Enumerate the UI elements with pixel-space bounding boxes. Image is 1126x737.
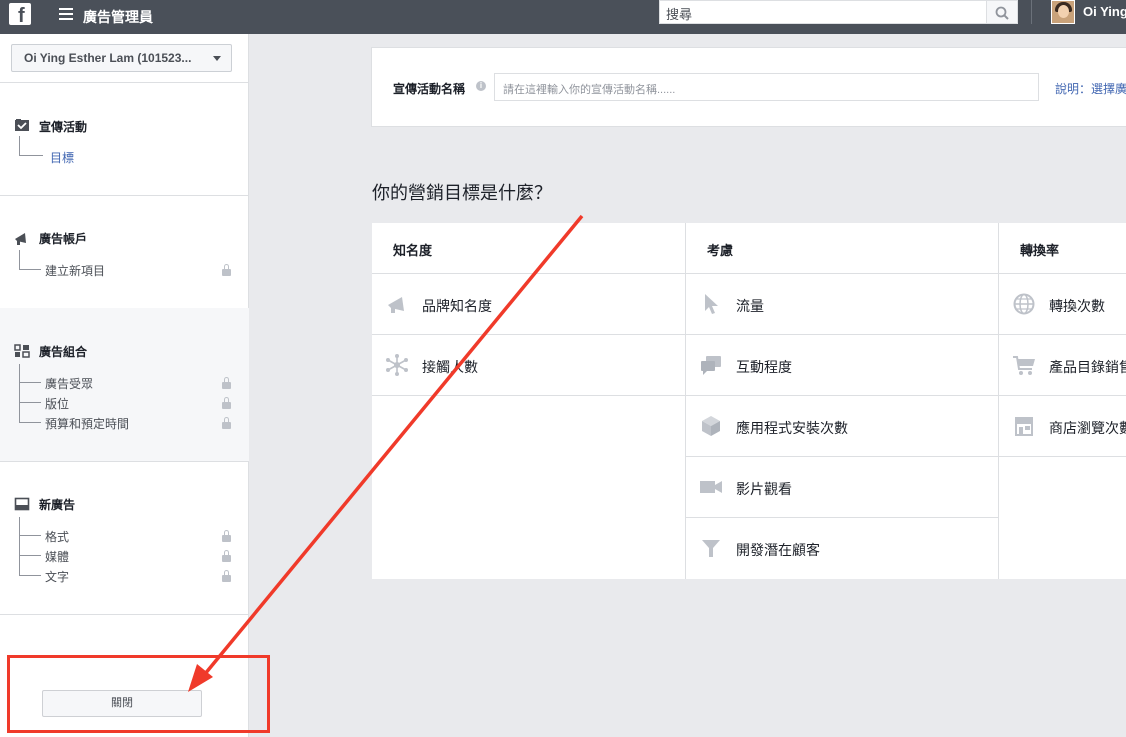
- sidebar: Oi Ying Esther Lam (101523... 宣傳活動 目標 廣告…: [0, 34, 249, 737]
- column-header-conversion: 轉換率: [1020, 243, 1060, 258]
- campaign-name-card: 宣傳活動名稱 i 請在這裡輸入你的宣傳活動名稱...... 說明：選擇廣: [371, 47, 1126, 127]
- objective-brand-awareness[interactable]: 品牌知名度: [372, 274, 685, 335]
- sidebar-item-text[interactable]: 文字: [45, 568, 69, 585]
- divider: [0, 461, 249, 462]
- objective-engagement[interactable]: 互動程度: [686, 335, 998, 396]
- column-consideration: 考慮 流量 互動程度 應用程式安裝次數 影片觀看 開發潛在顧客: [686, 223, 998, 579]
- tree-line: [19, 250, 20, 270]
- checkbox-icon: [15, 119, 29, 131]
- ad-icon: [14, 497, 30, 511]
- tree-line: [19, 269, 41, 270]
- network-icon: [386, 354, 408, 376]
- sidebar-item-create-new[interactable]: 建立新項目: [45, 262, 105, 279]
- objective-app-installs[interactable]: 應用程式安裝次數: [686, 396, 998, 457]
- account-selector[interactable]: Oi Ying Esther Lam (101523...: [11, 44, 232, 72]
- column-header-consideration: 考慮: [707, 243, 734, 258]
- tree-line: [19, 155, 43, 156]
- tree-line: [19, 382, 41, 383]
- annotation-highlight-box: [7, 655, 270, 733]
- objective-conversions[interactable]: 轉換次數: [999, 274, 1126, 335]
- section-title-ad-account[interactable]: 廣告帳戶: [39, 230, 87, 247]
- search-icon: [995, 6, 1009, 20]
- objective-question: 你的營銷目標是什麼？: [372, 183, 552, 203]
- tree-line: [19, 422, 41, 423]
- objective-traffic[interactable]: 流量: [686, 274, 998, 335]
- column-awareness: 知名度 品牌知名度 接觸人數: [372, 223, 685, 579]
- lock-icon: [222, 530, 231, 542]
- hamburger-menu-icon[interactable]: [59, 8, 73, 20]
- objective-video-views[interactable]: 影片觀看: [686, 457, 998, 518]
- sidebar-item-format[interactable]: 格式: [45, 528, 69, 545]
- video-camera-icon: [700, 481, 722, 493]
- divider: [0, 614, 249, 615]
- chat-icon: [701, 356, 721, 375]
- lock-icon: [222, 550, 231, 562]
- divider: [0, 195, 249, 196]
- megaphone-icon: [388, 297, 404, 313]
- column-conversion: 轉換率 轉換次數 產品目錄銷售 商店瀏覽次數: [999, 223, 1126, 579]
- search-input[interactable]: 搜尋: [659, 0, 987, 24]
- tree-line: [19, 555, 41, 556]
- facebook-logo-icon[interactable]: f: [9, 3, 31, 27]
- campaign-name-input[interactable]: 請在這裡輸入你的宣傳活動名稱......: [494, 73, 1039, 101]
- sidebar-item-media[interactable]: 媒體: [45, 548, 69, 565]
- cursor-icon: [705, 294, 718, 314]
- sidebar-item-audience[interactable]: 廣告受眾: [45, 375, 93, 392]
- cart-icon: [1013, 356, 1035, 375]
- tree-line: [19, 517, 20, 576]
- grid-icon: [14, 344, 30, 358]
- lock-icon: [222, 264, 231, 276]
- section-title-new-ad[interactable]: 新廣告: [39, 496, 75, 513]
- tree-line: [19, 402, 41, 403]
- section-title-campaign[interactable]: 宣傳活動: [39, 118, 87, 135]
- store-icon: [1015, 417, 1033, 436]
- help-link[interactable]: 說明：選擇廣: [1055, 80, 1126, 97]
- tree-line: [19, 535, 41, 536]
- objective-lead-generation[interactable]: 開發潛在顧客: [686, 518, 998, 579]
- globe-icon: [1013, 293, 1035, 315]
- divider: [0, 82, 249, 83]
- user-name[interactable]: Oi Ying: [1083, 4, 1126, 19]
- lock-icon: [222, 397, 231, 409]
- lock-icon: [222, 570, 231, 582]
- section-ad-set: [0, 308, 249, 461]
- search-button[interactable]: [987, 0, 1018, 24]
- lock-icon: [222, 417, 231, 429]
- sidebar-item-objective[interactable]: 目標: [50, 149, 74, 166]
- section-title-ad-set[interactable]: 廣告組合: [39, 343, 87, 360]
- tree-line: [19, 364, 20, 423]
- chevron-down-icon: [213, 56, 221, 61]
- app-title[interactable]: 廣告管理員: [83, 7, 153, 27]
- sidebar-item-budget-schedule[interactable]: 預算和預定時間: [45, 415, 129, 432]
- objective-table: 知名度 品牌知名度 接觸人數 考慮 流量 互動程度 應用程式安裝次數 影片觀看 …: [372, 223, 1126, 579]
- tree-line: [19, 136, 20, 156]
- header-divider: [1031, 0, 1032, 24]
- lock-icon: [222, 377, 231, 389]
- objective-catalog-sales[interactable]: 產品目錄銷售: [999, 335, 1126, 396]
- top-bar: f 廣告管理員 搜尋 Oi Ying: [0, 0, 1126, 34]
- box-icon: [702, 416, 720, 436]
- info-icon[interactable]: i: [476, 81, 486, 91]
- tree-line: [19, 575, 41, 576]
- avatar[interactable]: [1051, 0, 1075, 24]
- sidebar-item-placement[interactable]: 版位: [45, 395, 69, 412]
- objective-store-visits[interactable]: 商店瀏覽次數: [999, 396, 1126, 457]
- objective-reach[interactable]: 接觸人數: [372, 335, 685, 396]
- megaphone-icon: [15, 233, 26, 245]
- column-header-awareness: 知名度: [393, 243, 433, 258]
- funnel-icon: [702, 540, 720, 557]
- campaign-name-label: 宣傳活動名稱: [393, 82, 466, 96]
